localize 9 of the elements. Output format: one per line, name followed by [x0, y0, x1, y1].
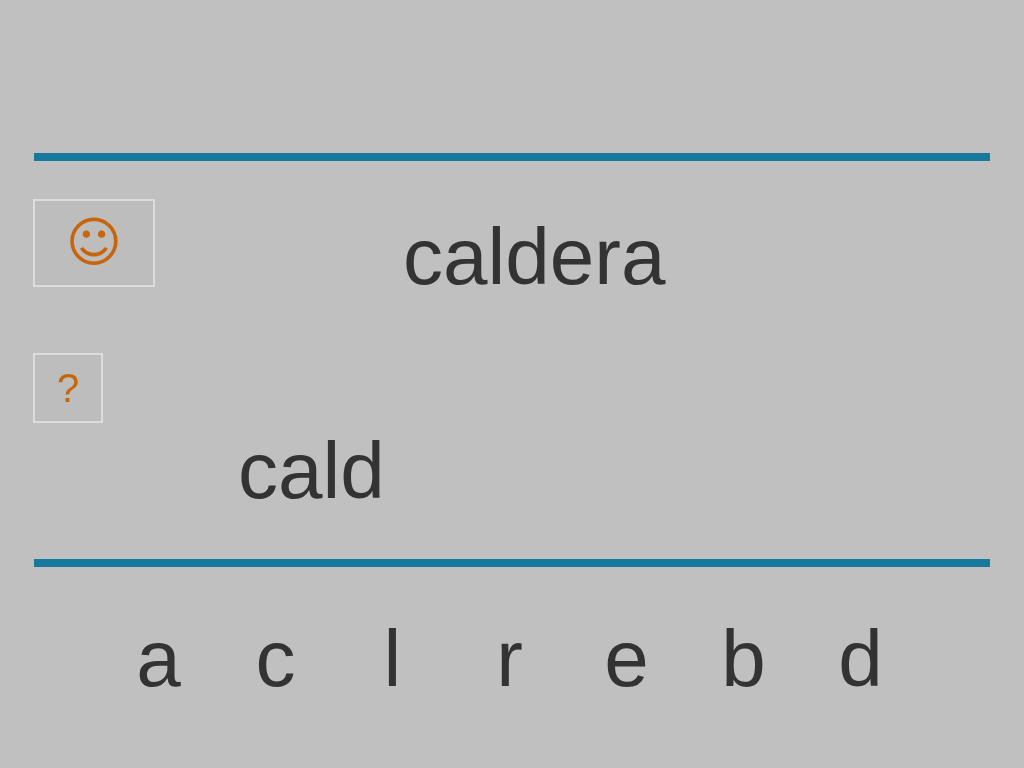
letter-button[interactable]: b	[685, 613, 802, 705]
letter-button[interactable]: e	[568, 613, 685, 705]
letter-button[interactable]: d	[802, 613, 919, 705]
letter-button[interactable]: c	[217, 613, 334, 705]
letter-button[interactable]: r	[451, 613, 568, 705]
letter-button[interactable]: a	[100, 613, 217, 705]
letter-button[interactable]: l	[334, 613, 451, 705]
target-word: caldera	[403, 211, 666, 303]
answer-text: cald	[238, 425, 385, 517]
